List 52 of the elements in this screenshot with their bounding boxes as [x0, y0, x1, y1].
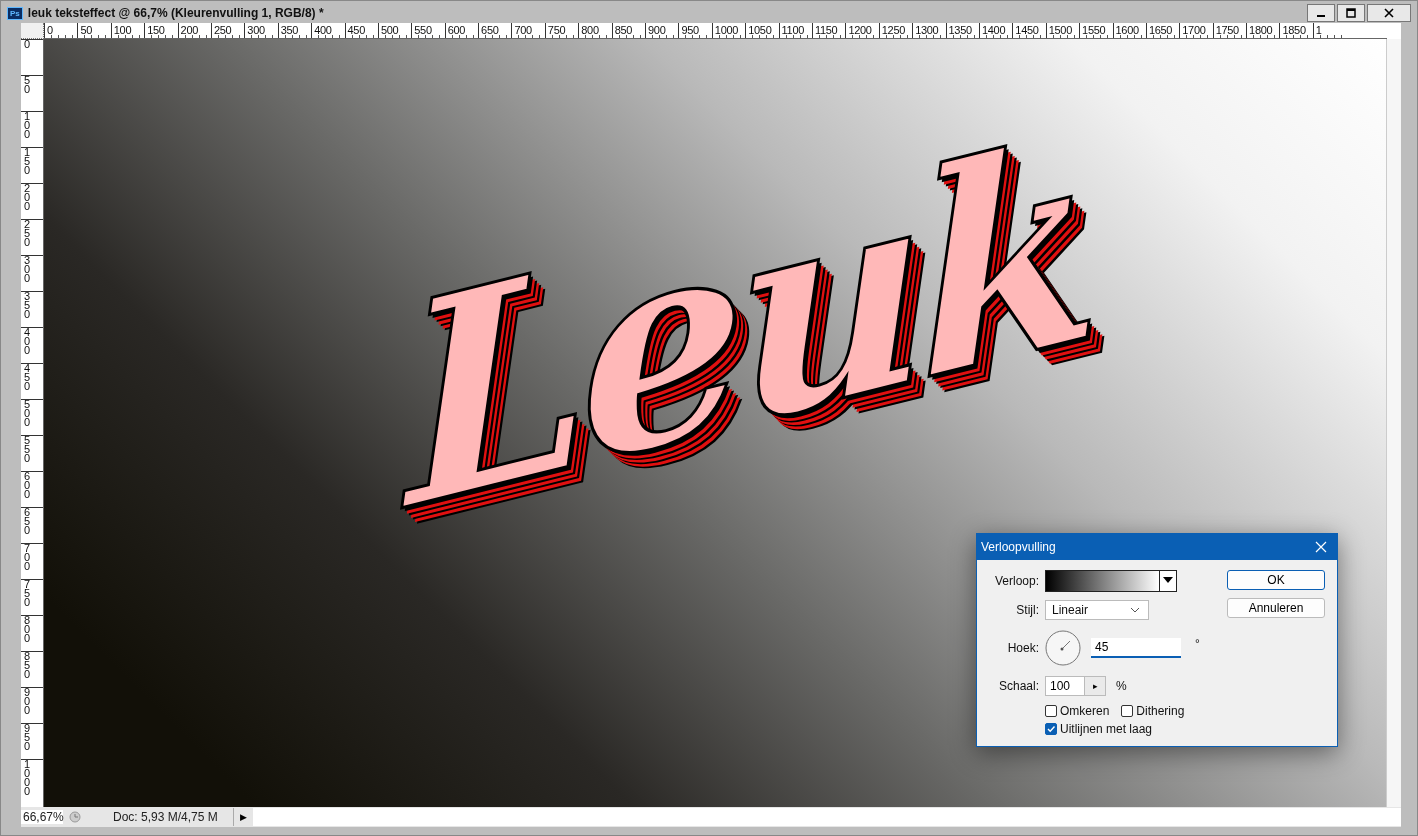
ruler-label: 250	[24, 220, 32, 247]
checkbox-option[interactable]: Uitlijnen met laag	[1045, 722, 1217, 736]
gradient-picker[interactable]	[1045, 570, 1177, 592]
scale-slider-button[interactable]: ▸	[1084, 676, 1106, 696]
ruler-label: 600	[24, 472, 32, 499]
ruler-label: 900	[24, 688, 32, 715]
dialog-button[interactable]: Annuleren	[1227, 598, 1325, 618]
minimize-button[interactable]	[1307, 4, 1335, 22]
close-icon[interactable]	[1315, 541, 1327, 553]
percent-unit: %	[1116, 679, 1127, 693]
ruler-label: 300	[24, 256, 32, 283]
angle-dial-icon[interactable]	[1045, 630, 1081, 666]
degree-unit: °	[1195, 637, 1200, 651]
ruler-label: 150	[24, 148, 32, 175]
ruler-label: 50	[24, 76, 32, 94]
checkbox-option[interactable]: Omkeren	[1045, 704, 1110, 718]
ruler-label: 550	[24, 436, 32, 463]
ruler-label: 750	[24, 580, 32, 607]
style-dropdown[interactable]: Lineair	[1045, 600, 1149, 620]
ruler-label: 200	[24, 184, 32, 211]
field-label: Stijl:	[1015, 603, 1039, 617]
ruler-corner	[21, 23, 44, 39]
field-label: Verloop:	[993, 574, 1039, 588]
zoom-level: 66,67%	[21, 810, 63, 824]
close-button[interactable]	[1367, 4, 1411, 22]
field-label: Schaal:	[997, 679, 1039, 693]
chevron-down-icon	[1130, 607, 1140, 613]
ruler-label: 500	[24, 400, 32, 427]
ruler-label: 950	[24, 724, 32, 751]
ruler-label: 850	[24, 652, 32, 679]
document-size-info: Doc: 5,93 M/4,75 M	[112, 810, 219, 824]
ruler-label: 700	[24, 544, 32, 571]
close-icon	[1384, 8, 1394, 18]
app-badge: Ps	[7, 6, 23, 20]
ruler-label: 450	[24, 364, 32, 391]
minimize-icon	[1317, 15, 1325, 17]
window-title: leuk teksteffect @ 66,7% (Kleurenvulling 1, RGB/8) *	[27, 6, 325, 20]
ruler-label: 650	[24, 508, 32, 535]
ruler-label: 100	[24, 112, 32, 139]
checkmark-icon	[1046, 724, 1056, 734]
maximize-icon	[1346, 8, 1356, 18]
maximize-button[interactable]	[1337, 4, 1365, 22]
ruler-label: 350	[24, 292, 32, 319]
ruler-label: 400	[24, 328, 32, 355]
ruler-label: 1000	[24, 760, 32, 796]
ruler-label: 800	[24, 616, 32, 643]
scale-input-field[interactable]: 100	[1045, 676, 1085, 696]
angle-input-field[interactable]: 45	[1091, 638, 1181, 658]
checkbox-option[interactable]: Dithering	[1121, 704, 1185, 718]
field-label: Hoek:	[1006, 641, 1039, 655]
dialog-button[interactable]: OK	[1227, 570, 1325, 590]
ruler-label: 0	[24, 40, 32, 49]
